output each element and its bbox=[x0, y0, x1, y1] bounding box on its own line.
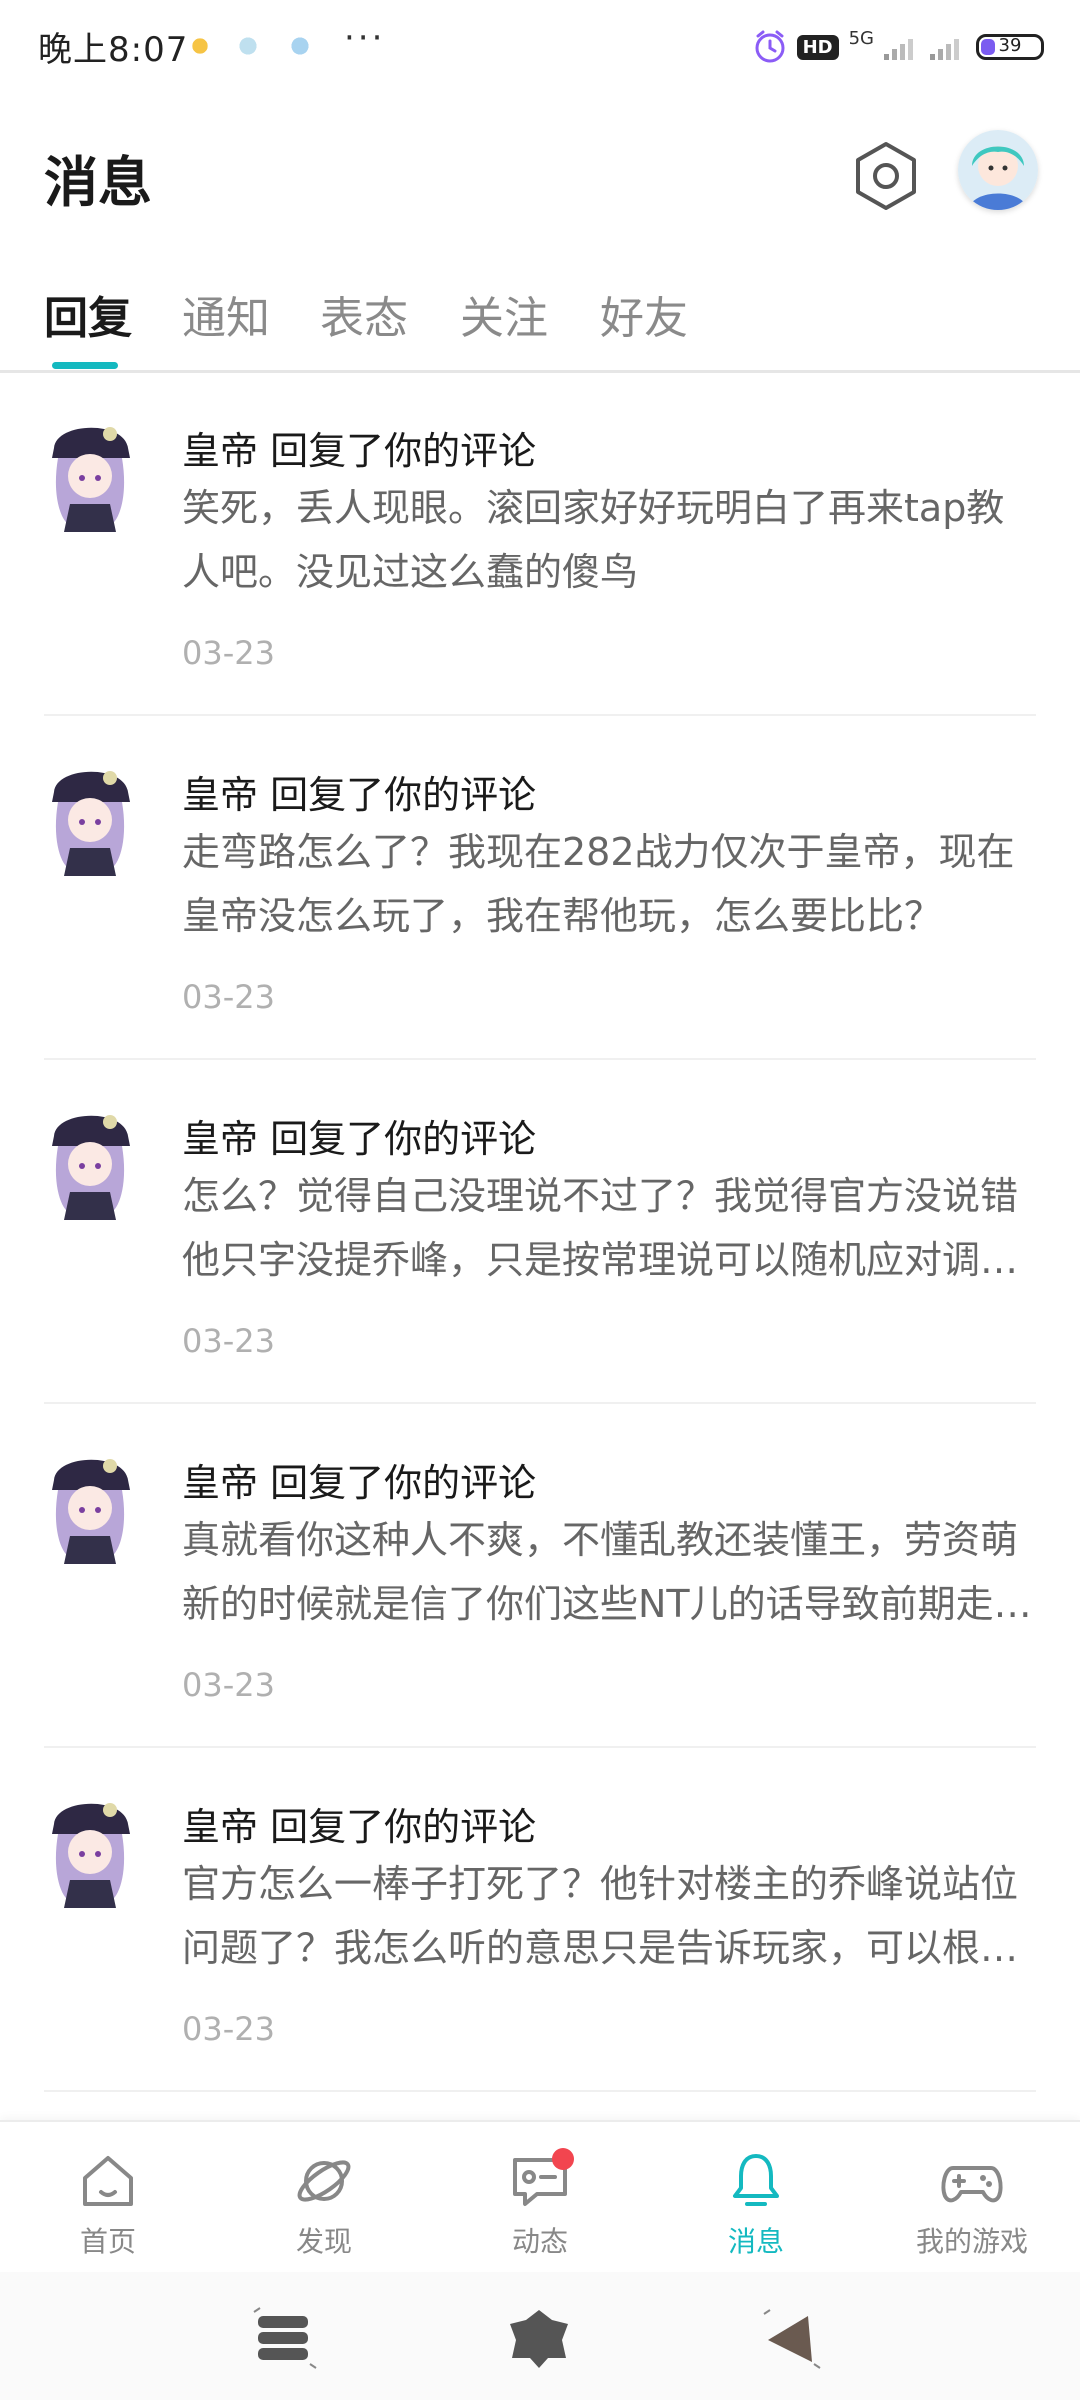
tab-follows[interactable]: 关注 bbox=[460, 282, 548, 346]
message-title: 皇帝 回复了你的评论 bbox=[182, 773, 537, 817]
message-body: 笑死，丢人现眼。滚回家好好玩明白了再来tap教人吧。没见过这么蠢的傻鸟 bbox=[182, 486, 1005, 594]
nav-feed[interactable]: 动态 bbox=[450, 2148, 630, 2260]
nav-label: 消息 bbox=[727, 2225, 784, 2258]
message-title: 皇帝 回复了你的评论 bbox=[182, 1117, 537, 1161]
nav-label: 发现 bbox=[295, 2225, 352, 2258]
battery-level: 39 bbox=[998, 35, 1022, 56]
alarm-icon bbox=[755, 30, 785, 63]
recent-apps-icon[interactable] bbox=[250, 2306, 320, 2370]
nav-badge-dot bbox=[552, 2148, 574, 2170]
home-system-icon[interactable] bbox=[504, 2306, 574, 2370]
tab-friends[interactable]: 好友 bbox=[600, 282, 688, 346]
notification-app-icon bbox=[236, 34, 260, 58]
message-title: 皇帝 回复了你的评论 bbox=[182, 429, 537, 473]
hd-badge: HD bbox=[796, 34, 839, 60]
active-tab-indicator bbox=[52, 362, 118, 369]
status-time: 晚上8:07 bbox=[38, 30, 189, 70]
message-date: 03-23 bbox=[182, 634, 275, 672]
message-date: 03-23 bbox=[182, 1666, 275, 1704]
sender-avatar[interactable] bbox=[40, 1446, 140, 1566]
system-navigation-bar bbox=[0, 2272, 1080, 2400]
planet-icon bbox=[297, 2160, 351, 2202]
nav-label: 动态 bbox=[511, 2225, 568, 2258]
message-list: 皇帝 回复了你的评论 笑死，丢人现眼。滚回家好好玩明白了再来tap教人吧。没见过… bbox=[0, 372, 1080, 2092]
network-5g-label: 5G bbox=[848, 28, 874, 49]
nav-label: 我的游戏 bbox=[915, 2225, 1028, 2258]
list-item[interactable]: 皇帝 回复了你的评论 走弯路怎么了？我现在282战力仅次于皇帝，现在皇帝没怎么玩… bbox=[0, 716, 1080, 1060]
user-avatar-image bbox=[958, 130, 1038, 210]
bottom-nav: 首页 发现 动态 消息 我的游戏 bbox=[0, 2120, 1080, 2274]
message-date: 03-23 bbox=[182, 1322, 275, 1360]
nav-home[interactable]: 首页 bbox=[18, 2148, 198, 2260]
battery-indicator: 39 bbox=[976, 34, 1044, 60]
list-item[interactable]: 皇帝 回复了你的评论 真就看你这种人不爽，不懂乱教还装懂王，劳资萌新的时候就是信… bbox=[0, 1404, 1080, 1748]
message-date: 03-23 bbox=[182, 2010, 275, 2048]
back-icon[interactable] bbox=[756, 2306, 826, 2370]
signal-icon bbox=[930, 39, 959, 60]
notification-app-icon bbox=[188, 34, 212, 58]
home-icon bbox=[83, 2156, 133, 2206]
gamepad-icon bbox=[941, 2166, 1003, 2203]
message-body: 官方怎么一棒子打死了？他针对楼主的乔峰说站位问题了？我怎么听的意思只是告诉玩家，… bbox=[182, 1862, 1019, 1970]
status-bar: 晚上8:07 ··· HD 5G 39 bbox=[0, 0, 1080, 96]
nav-my-games[interactable]: 我的游戏 bbox=[882, 2148, 1062, 2260]
sender-avatar[interactable] bbox=[40, 758, 140, 878]
nav-messages[interactable]: 消息 bbox=[666, 2148, 846, 2260]
tab-notifications[interactable]: 通知 bbox=[182, 282, 270, 346]
nav-label: 首页 bbox=[79, 2225, 136, 2258]
notification-app-icon bbox=[288, 34, 312, 58]
message-tabs: 回复 通知 表态 关注 好友 bbox=[0, 270, 1080, 373]
message-title: 皇帝 回复了你的评论 bbox=[182, 1461, 537, 1505]
sender-avatar[interactable] bbox=[40, 1790, 140, 1910]
avatar[interactable] bbox=[958, 130, 1038, 210]
list-item[interactable]: 皇帝 回复了你的评论 怎么？觉得自己没理说不过了？我觉得官方没说错他只字没提乔峰… bbox=[0, 1060, 1080, 1404]
list-item[interactable]: 皇帝 回复了你的评论 官方怎么一棒子打死了？他针对楼主的乔峰说站位问题了？我怎么… bbox=[0, 1748, 1080, 2092]
sender-avatar[interactable] bbox=[40, 1102, 140, 1222]
tab-replies[interactable]: 回复 bbox=[44, 282, 132, 346]
status-indicators: HD 5G 39 bbox=[753, 22, 1044, 72]
signal-icon bbox=[884, 39, 913, 60]
hexagon-settings-icon[interactable] bbox=[848, 138, 924, 214]
page-title: 消息 bbox=[44, 151, 152, 214]
message-date: 03-23 bbox=[182, 978, 275, 1016]
messages-screen: 晚上8:07 ··· HD 5G 39 消息 回复 通知 表态 关注 好友 皇帝… bbox=[0, 0, 1080, 2400]
message-body: 真就看你这种人不爽，不懂乱教还装懂王，劳资萌新的时候就是信了你们这些NT儿的话导… bbox=[182, 1518, 1032, 1626]
list-item[interactable]: 皇帝 回复了你的评论 笑死，丢人现眼。滚回家好好玩明白了再来tap教人吧。没见过… bbox=[0, 372, 1080, 716]
nav-discover[interactable]: 发现 bbox=[234, 2148, 414, 2260]
message-title: 皇帝 回复了你的评论 bbox=[182, 1805, 537, 1849]
more-notifications-icon: ··· bbox=[344, 18, 386, 58]
sender-avatar[interactable] bbox=[40, 414, 140, 534]
message-body: 怎么？觉得自己没理说不过了？我觉得官方没说错他只字没提乔峰，只是按常理说可以随机… bbox=[182, 1174, 1019, 1282]
message-body: 走弯路怎么了？我现在282战力仅次于皇帝，现在皇帝没怎么玩了，我在帮他玩，怎么要… bbox=[182, 830, 1015, 938]
bell-icon bbox=[733, 2154, 779, 2206]
tab-reactions[interactable]: 表态 bbox=[320, 282, 408, 346]
